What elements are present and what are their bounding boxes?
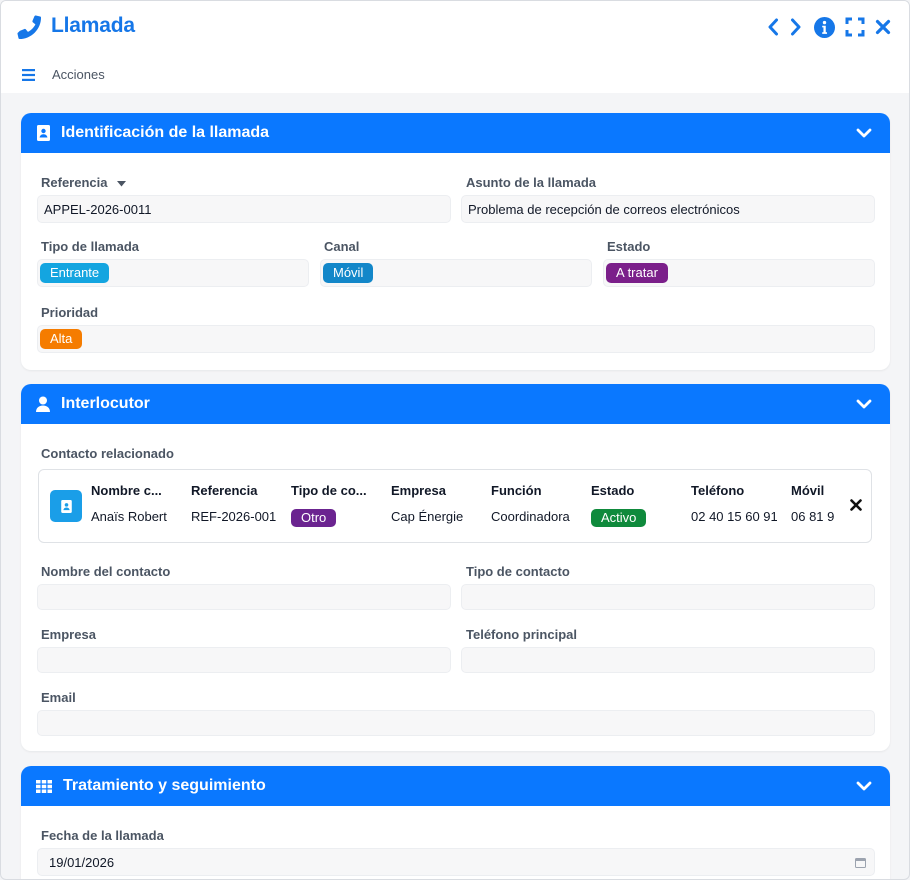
tipo-contacto-field[interactable] <box>461 584 875 610</box>
canal-badge: Móvil <box>323 263 374 283</box>
contact-card-icon <box>60 499 72 513</box>
tipo-llamada-label: Tipo de llamada <box>41 239 140 254</box>
empresa-label: Empresa <box>41 627 96 642</box>
contact-header-telefono: Teléfono <box>691 483 745 498</box>
fecha-label: Fecha de la llamada <box>41 828 164 843</box>
contact-col-referencia: Referencia REF-2026-001 <box>191 483 277 529</box>
email-field[interactable] <box>37 710 875 736</box>
contact-value-nombre: Anaïs Robert <box>91 509 167 524</box>
contact-header-nombre: Nombre c... <box>91 483 162 498</box>
contact-header-movil: Móvil <box>791 483 825 498</box>
tipo-llamada-badge: Entrante <box>40 263 110 283</box>
nombre-contacto-field[interactable] <box>37 584 451 610</box>
contact-estado-badge: Activo <box>591 509 647 527</box>
contact-col-tipo: Tipo de co... Otro <box>291 483 377 529</box>
info-icon <box>813 16 835 38</box>
estado-badge: A tratar <box>606 263 668 283</box>
contact-avatar <box>50 490 82 522</box>
asunto-field[interactable]: Problema de recepción de correos electró… <box>461 195 875 223</box>
tratamiento-title: Tratamiento y seguimiento <box>63 777 266 794</box>
contact-value-funcion: Coordinadora <box>491 509 570 524</box>
chevron-left-icon <box>768 18 778 36</box>
fecha-field[interactable]: 19/01/2026 <box>37 848 875 876</box>
contact-value-movil: 06 81 9 <box>791 509 835 524</box>
interlocutor-title: Interlocutor <box>61 395 150 412</box>
chevron-down-icon[interactable] <box>856 126 872 140</box>
telefono-principal-field[interactable] <box>461 647 875 673</box>
asunto-label: Asunto de la llamada <box>466 175 597 190</box>
identificacion-section: Identificación de la llamada Referencia … <box>21 113 890 370</box>
contact-value-referencia: REF-2026-001 <box>191 509 277 524</box>
next-button[interactable] <box>788 15 804 39</box>
tipo-contacto-label: Tipo de contacto <box>466 564 570 579</box>
actions-menu[interactable]: Acciones <box>22 67 105 82</box>
contact-value-empresa: Cap Énergie <box>391 509 464 524</box>
referencia-field[interactable]: APPEL-2026-0011 <box>37 195 451 223</box>
previous-button[interactable] <box>765 15 781 39</box>
hamburger-icon <box>22 68 35 81</box>
contact-header-tipo: Tipo de co... <box>291 483 367 498</box>
interlocutor-section: Interlocutor Contacto relacionado Nombre… <box>21 384 890 751</box>
chevron-down-icon[interactable] <box>856 397 872 411</box>
related-contact-card[interactable]: Nombre c... Anaïs Robert Referencia REF-… <box>38 469 872 543</box>
identificacion-title: Identificación de la llamada <box>61 124 270 141</box>
prioridad-label: Prioridad <box>41 305 99 320</box>
contact-col-telefono: Teléfono 02 40 15 60 91 <box>691 483 777 529</box>
user-icon <box>35 396 51 412</box>
contact-col-nombre: Nombre c... Anaïs Robert <box>91 483 177 529</box>
contact-col-empresa: Empresa Cap Énergie <box>391 483 477 529</box>
canal-label: Canal <box>324 239 360 254</box>
remove-contact-icon[interactable] <box>849 498 863 512</box>
chevron-right-icon <box>791 18 801 36</box>
call-window: Llamada Acciones Identificación de la ll… <box>0 0 910 880</box>
prioridad-badge: Alta <box>40 329 83 349</box>
chevron-down-icon[interactable] <box>856 779 872 793</box>
fullscreen-button[interactable] <box>844 15 866 39</box>
contact-tipo-badge: Otro <box>291 509 337 527</box>
telefono-principal-label: Teléfono principal <box>466 627 577 642</box>
title-bar: Llamada Acciones <box>1 1 909 93</box>
empresa-field[interactable] <box>37 647 451 673</box>
table-icon <box>35 778 53 794</box>
contact-header-funcion: Función <box>491 483 542 498</box>
estado-field[interactable]: A tratar <box>603 259 875 287</box>
info-button[interactable] <box>813 15 835 39</box>
contact-value-telefono: 02 40 15 60 91 <box>691 509 777 524</box>
estado-label: Estado <box>607 239 651 254</box>
actions-menu-label: Acciones <box>52 67 105 82</box>
contact-col-estado: Estado Activo <box>591 483 677 529</box>
expand-icon <box>845 17 865 37</box>
contact-header-estado: Estado <box>591 483 635 498</box>
identificacion-header[interactable]: Identificación de la llamada <box>21 113 890 153</box>
contacto-relacionado-label: Contacto relacionado <box>41 446 174 461</box>
referencia-label: Referencia <box>41 175 127 190</box>
fecha-value: 19/01/2026 <box>49 854 115 870</box>
window-title: Llamada <box>51 14 135 37</box>
contact-header-empresa: Empresa <box>391 483 446 498</box>
nombre-contacto-label: Nombre del contacto <box>41 564 171 579</box>
contact-col-movil: Móvil 06 81 9 <box>791 483 835 529</box>
tratamiento-header[interactable]: Tratamiento y seguimiento <box>21 766 890 806</box>
tratamiento-section: Tratamiento y seguimiento Fecha de la ll… <box>21 766 890 879</box>
close-icon <box>875 19 891 35</box>
prioridad-field[interactable]: Alta <box>37 325 875 353</box>
email-label: Email <box>41 690 76 705</box>
caret-down-icon[interactable] <box>117 180 127 187</box>
canal-field[interactable]: Móvil <box>320 259 592 287</box>
interlocutor-header[interactable]: Interlocutor <box>21 384 890 424</box>
phone-icon <box>17 15 42 40</box>
contact-col-funcion: Función Coordinadora <box>491 483 577 529</box>
close-button[interactable] <box>873 15 893 39</box>
contact-card-icon <box>35 125 51 141</box>
tipo-llamada-field[interactable]: Entrante <box>37 259 309 287</box>
contact-header-referencia: Referencia <box>191 483 258 498</box>
calendar-icon[interactable] <box>855 857 866 868</box>
